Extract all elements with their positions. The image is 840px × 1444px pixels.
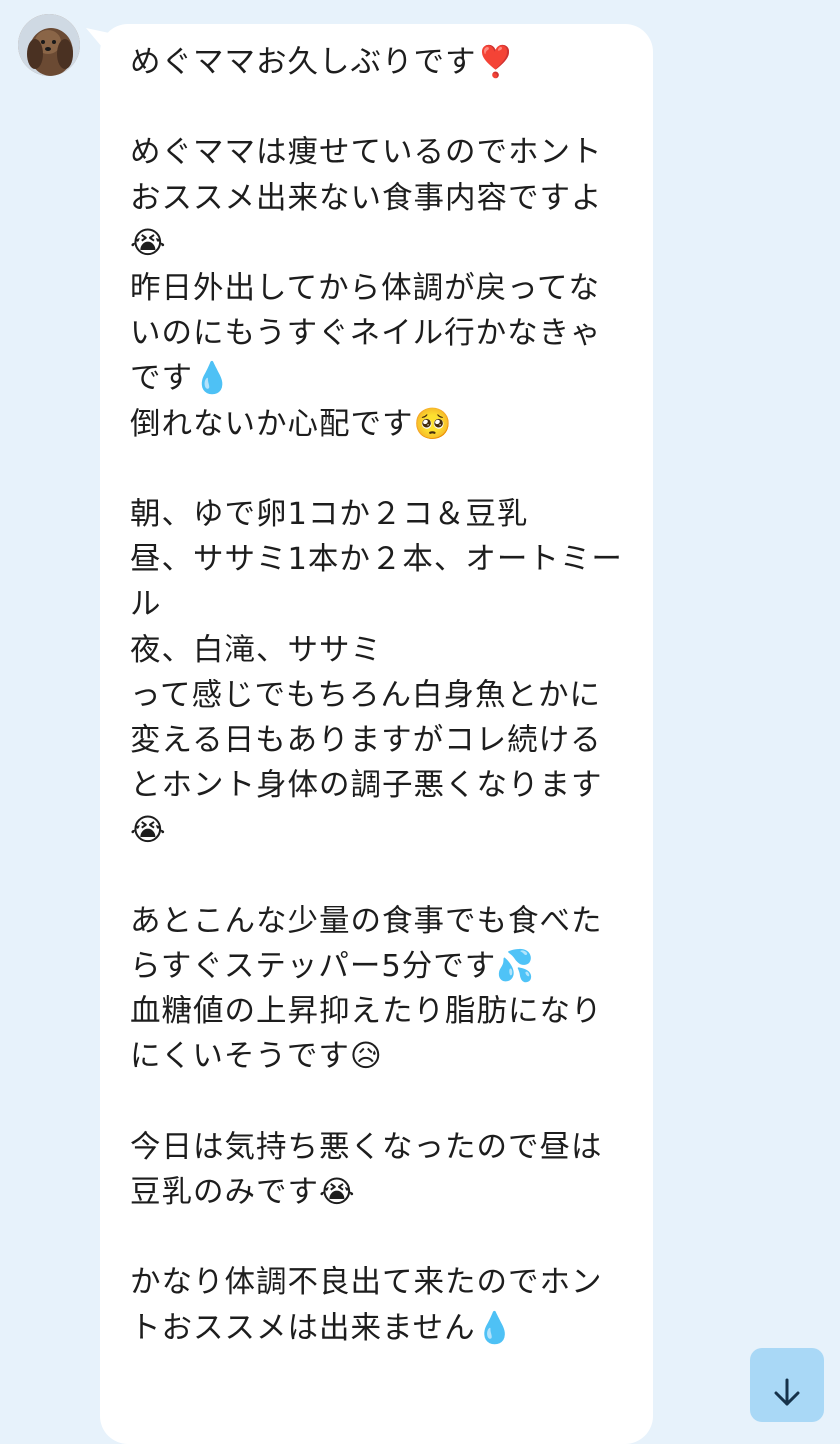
- dog-avatar-icon: [18, 14, 80, 76]
- sender-avatar[interactable]: [18, 14, 80, 76]
- message-text: めぐママお久しぶりです❣️ めぐママは痩せているのでホントおススメ出来ない食事内…: [130, 45, 623, 1346]
- arrow-down-icon: [774, 1378, 800, 1406]
- scroll-to-bottom-button[interactable]: [750, 1348, 824, 1422]
